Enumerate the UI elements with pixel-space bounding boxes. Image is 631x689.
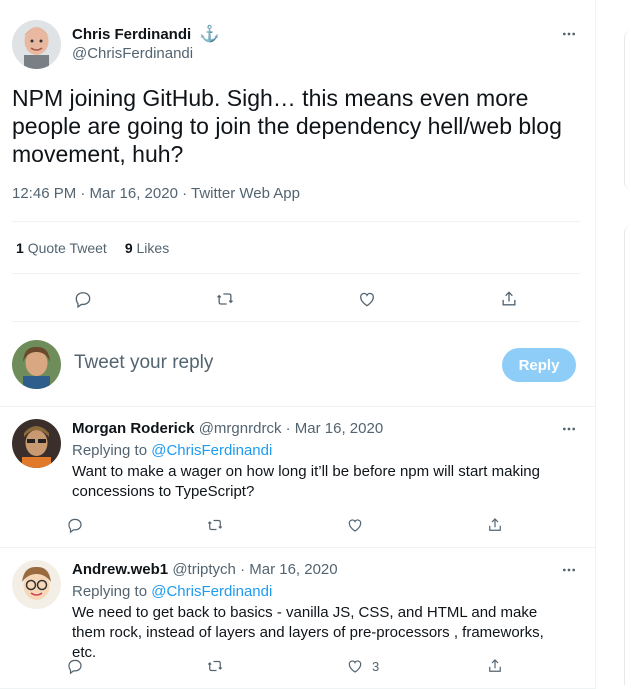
like-count: 3 [372,658,380,674]
more-options-icon[interactable] [560,420,578,438]
reply-icon[interactable] [69,285,97,313]
tweet-meta: 12:46 PM · Mar 16, 2020 · Twitter Web Ap… [12,185,300,202]
more-options-icon[interactable] [560,25,578,43]
author-handle[interactable]: @triptych [172,561,236,578]
divider [12,273,580,274]
reply-actions [66,513,516,537]
more-options-icon[interactable] [560,561,578,579]
share-icon[interactable] [495,285,523,313]
tweet-text: NPM joining GitHub. Sigh… this means eve… [12,85,562,167]
likes-stat[interactable]: 9 Likes [125,240,169,256]
anchor-icon: ⚓ [199,26,220,43]
reply-icon[interactable] [66,516,136,534]
tweet-detail-column: Chris Ferdinandi ⚓ @ChrisFerdinandi NPM … [0,0,596,689]
author-name[interactable]: Andrew.web1 [72,561,168,578]
retweet-icon[interactable] [206,657,276,675]
reply-button[interactable]: Reply [502,348,576,382]
tweet-source[interactable]: Twitter Web App [191,185,300,202]
reply-icon[interactable] [66,657,136,675]
author-name[interactable]: Morgan Roderick [72,420,195,437]
avatar[interactable] [12,419,61,468]
like-icon[interactable]: 3 [346,657,416,675]
mention-link[interactable]: @ChrisFerdinandi [151,442,272,459]
mention-link[interactable]: @ChrisFerdinandi [151,583,272,600]
retweet-icon[interactable] [211,285,239,313]
author-handle[interactable]: @ChrisFerdinandi [72,45,193,62]
sidebar-card-edge [624,30,631,190]
tweet-timestamp[interactable]: 12:46 PM · Mar 16, 2020 [12,185,178,202]
reply-input[interactable]: Tweet your reply [74,352,213,374]
divider [12,321,580,322]
author-name[interactable]: Chris Ferdinandi [72,26,191,43]
main-tweet-header: Chris Ferdinandi ⚓ @ChrisFerdinandi [12,20,582,70]
right-sidebar-edge [596,0,631,689]
share-icon[interactable] [486,516,516,534]
reply-date[interactable]: · Mar 16, 2020 [240,561,338,578]
avatar[interactable] [12,20,61,69]
quote-tweets-stat[interactable]: 1 Quote Tweet [16,240,107,256]
like-icon[interactable] [353,285,381,313]
replying-to: Replying to @ChrisFerdinandi [72,442,273,459]
main-tweet-actions [12,285,580,313]
sidebar-card-edge [624,225,631,685]
reply-text: Want to make a wager on how long it’ll b… [72,463,540,500]
author-handle[interactable]: @mrgnrdrck [199,420,282,437]
like-icon[interactable] [346,516,416,534]
avatar[interactable] [12,340,61,389]
reply-date[interactable]: · Mar 16, 2020 [286,420,384,437]
replying-to: Replying to @ChrisFerdinandi [72,583,273,600]
reply-actions: 3 [66,654,516,678]
avatar[interactable] [12,560,61,609]
divider [12,221,580,222]
tweet-stats: 1 Quote Tweet 9 Likes [16,240,169,256]
reply-tweet[interactable]: Morgan Roderick @mrgnrdrck · Mar 16, 202… [0,407,595,547]
reply-composer: Tweet your reply Reply [12,340,580,390]
reply-tweet[interactable]: Andrew.web1 @triptych · Mar 16, 2020 Rep… [0,548,595,688]
retweet-icon[interactable] [206,516,276,534]
share-icon[interactable] [486,657,516,675]
